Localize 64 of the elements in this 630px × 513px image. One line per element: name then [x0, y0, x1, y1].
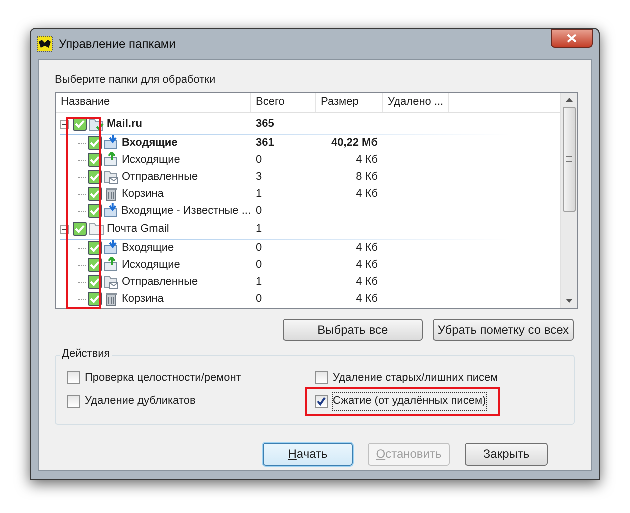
inbox-folder-icon	[104, 135, 120, 151]
total-count: 0	[256, 154, 262, 166]
folder-name[interactable]: Исходящие	[122, 256, 180, 274]
dialog-button[interactable]: Закрыть	[465, 442, 548, 466]
folder-size: 40,22 Мб	[331, 136, 378, 149]
total-count: 0	[256, 204, 262, 217]
total-count: 365	[256, 118, 274, 130]
folder-size: 4 Кб	[356, 276, 378, 288]
checkbox[interactable]	[315, 394, 328, 408]
total-count: 0	[256, 258, 262, 271]
folder-name[interactable]: Отправленные	[122, 274, 198, 290]
total-count: 361	[256, 136, 274, 149]
inbox-folder-icon	[104, 203, 120, 219]
select-button[interactable]: Выбрать все	[282, 318, 423, 340]
folder-name[interactable]: Входящие	[122, 134, 178, 152]
scroll-down-arrow-icon[interactable]	[566, 298, 572, 302]
outbox-folder-icon	[104, 152, 120, 168]
folder-name[interactable]: Исходящие	[122, 152, 180, 168]
column-header[interactable]: Название	[56, 92, 251, 112]
total-count: 1	[256, 276, 262, 288]
total-count: 1	[256, 222, 262, 235]
close-button[interactable]	[551, 29, 593, 48]
close-icon	[567, 34, 577, 43]
outbox-folder-icon	[104, 257, 120, 273]
window-title: Управление папками	[59, 36, 176, 53]
total-count: 0	[256, 292, 262, 305]
folder-name[interactable]: Почта Gmail	[107, 220, 170, 238]
folder-name[interactable]: Корзина	[122, 186, 164, 202]
folder-name[interactable]: Входящие	[122, 240, 174, 256]
option-label[interactable]: Сжатие (от удалённых писем)	[333, 393, 486, 410]
app-logo-icon	[37, 36, 53, 52]
option-label[interactable]: Проверка целостности/ремонт	[85, 370, 242, 386]
folder-name[interactable]: Mail.ru	[107, 116, 142, 132]
sent-folder-icon	[104, 274, 120, 290]
sent-folder-icon	[104, 169, 120, 185]
checkbox[interactable]	[315, 371, 328, 384]
trash-bin-icon	[104, 186, 120, 202]
folder-size: 4 Кб	[356, 188, 378, 200]
folder-size: 4 Кб	[356, 258, 378, 271]
column-header[interactable]: Размер	[316, 92, 383, 112]
dialog-button[interactable]: Начать	[263, 442, 353, 466]
total-count: 1	[256, 188, 262, 200]
scroll-up-arrow-icon[interactable]	[566, 98, 572, 102]
total-count: 3	[256, 170, 262, 183]
folder-name[interactable]: Корзина	[122, 290, 164, 308]
checkbox[interactable]	[67, 394, 80, 408]
option-label[interactable]: Удаление дубликатов	[85, 393, 196, 410]
total-count: 0	[256, 242, 262, 254]
folder-size: 4 Кб	[356, 154, 378, 166]
checkbox[interactable]	[67, 371, 80, 384]
column-header[interactable]: Всего	[251, 92, 316, 112]
folder-size: 8 Кб	[356, 170, 378, 183]
folder-name[interactable]: Входящие - Известные ...	[121, 202, 252, 220]
inbox-folder-icon	[104, 240, 120, 256]
scrollbar[interactable]	[560, 92, 577, 308]
group-label: Действия	[60, 346, 112, 362]
folder-size: 4 Кб	[356, 292, 378, 305]
option-label[interactable]: Удаление старых/лишних писем	[333, 370, 498, 386]
section-label: Выберите папки для обработки	[55, 73, 217, 88]
folder-size: 4 Кб	[356, 242, 378, 254]
column-header[interactable]: Удалено ...	[383, 92, 449, 112]
select-button[interactable]: Убрать пометку со всех	[432, 318, 574, 340]
checkbox[interactable]	[73, 222, 87, 236]
folder-name[interactable]: Отправленные	[122, 168, 198, 186]
